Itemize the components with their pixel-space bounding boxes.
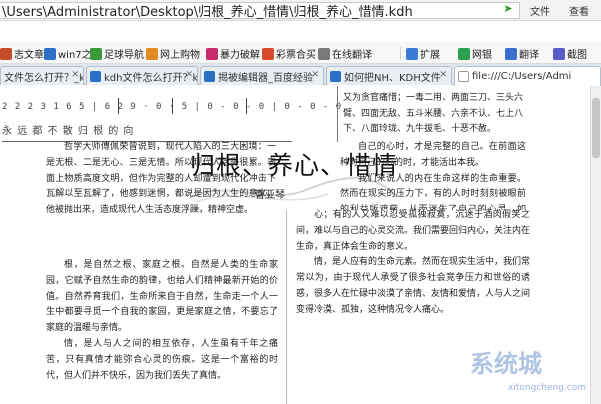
screenshot-button[interactable]: 截图 [553,46,587,61]
page-icon [90,70,101,82]
tab-5-active[interactable]: file:///C:/Users/Admi [454,66,601,86]
favorite-item-shopping[interactable]: 网上购物 [146,46,200,61]
left-column-bottom: 根，是自然之根、家庭之根。自然是人类的生命家园，它赋予自然生命的韵律，也给人们精… [46,258,278,404]
favorite-item-translate[interactable]: 在线翻译 [318,46,372,61]
watermark-url: xitongcheng.com [508,383,586,393]
tab-label: file:///C:/Users/Admi [472,71,572,82]
bar-line [118,98,119,114]
favorites-bar: 志文章 win7之 足球导航 网上购物 暴力破解 彩票合买 在线翻译 扩展 网银… [0,42,601,64]
translate-icon [505,47,517,60]
bank-button[interactable]: 网银 [458,46,492,61]
favorite-item-win7[interactable]: win7之 [44,46,92,61]
scrollbar-thumb[interactable] [592,98,600,158]
paragraph: 情，是人应有的生命元素。然而在现实生活中，我们常常以为，由于现代人承受了很多社会… [296,257,530,315]
scissors-icon [553,47,565,60]
tab-label: 如何把NH、KDH文件 [344,72,441,84]
puzzle-icon [406,47,418,60]
close-icon[interactable]: ✕ [71,70,79,80]
close-icon[interactable]: ✕ [311,70,319,80]
menu-file[interactable]: 文件 [530,3,550,18]
tab-label: kdh文件怎么打开？kd [104,72,198,84]
paragraph: 心；有的人又难以忍受孤独寂寞，沉迷于酒肉假笑之间，难以与自己的心灵交流。我们需要… [296,210,530,252]
favorite-icon [146,47,158,60]
right-top-paragraph: 又为贪官痛惜；一毒二用、两面三刀、三头六臂、四面无敌、五斗米腰、六亲不认、七上八… [343,93,524,134]
favorite-icon [90,47,102,60]
favorite-item-crack[interactable]: 暴力破解 [206,46,260,61]
document-viewport[interactable]: 2 2 2 3 1 6 5 | 6 2 9 · 0 · 5 | 0 - 0 - … [0,86,590,404]
extensions-button[interactable]: 扩展 [406,46,440,61]
bar-line [246,98,247,114]
favorite-item-articles[interactable]: 志文章 [0,46,44,61]
paragraph: 我们来说人的内在生命这样的生命重要。然而在现实的压力下，有的人时时刻刻被眼前的利… [340,173,526,210]
divider [400,47,401,59]
translate-button[interactable]: 翻译 [505,46,539,61]
tab-3[interactable]: 揭被编辑器_百度经验 ✕ [200,66,324,85]
favorite-item-football[interactable]: 足球导航 [90,46,144,61]
column-rule [337,86,338,142]
bank-icon [458,47,470,60]
address-input[interactable]: \Users\Administrator\Desktop\归根_养心_惜情\归根… [0,2,520,20]
favorite-icon [44,47,56,60]
address-bar-row: \Users\Administrator\Desktop\归根_养心_惜情\归根… [0,0,601,21]
close-icon[interactable]: ✕ [439,70,447,80]
bar-line [172,98,173,114]
tab-bar: 文件怎么打开？_k ✕ kdh文件怎么打开？kd ✕ 揭被编辑器_百度经验 ✕ 如何把… [0,64,601,86]
paragraph: 哲学大师傅佩荣曾说到，现代人陷入的三大困境：一是无根、二是无心、三是无情。所以现… [46,142,276,216]
favorite-icon [206,47,218,60]
address-text: \Users\Administrator\Desktop\归根_养心_惜情\归根… [2,5,413,20]
page-icon [458,71,469,82]
tab-1[interactable]: 文件怎么打开？_k ✕ [0,66,84,85]
right-column-top: 自己的心时，才是完整的自己。在前面这种对自己的心的时，才能活出本我。 我们来说人… [340,140,526,210]
left-column-top: 哲学大师傅佩荣曾说到，现代人陷入的三大困境：一是无根、二是无心、三是无情。所以现… [46,140,276,264]
favorite-icon [318,47,330,60]
watermark-logo: 系统城 [470,350,542,378]
favorite-icon [262,47,274,60]
music-lyric: 永 远 都 不 散 归 根 的 向 [2,126,135,137]
tab-2[interactable]: kdh文件怎么打开？kd ✕ [86,66,198,85]
tab-4[interactable]: 如何把NH、KDH文件 ✕ [326,66,452,85]
page-icon [330,70,341,82]
page-icon [204,70,215,82]
vertical-scrollbar[interactable] [590,86,601,404]
go-icon[interactable]: ➤ [498,2,518,15]
column-divider [286,210,287,404]
paragraph: 自己的心时，才是完整的自己。在前面这种对自己的心的时，才能活出本我。 [340,142,526,168]
menu-view[interactable]: 查看 [569,3,589,18]
favorite-item-lottery[interactable]: 彩票合买 [262,46,316,61]
close-icon[interactable]: ✕ [185,70,193,80]
paragraph: 情，是人与人之间的相互依存，人生虽有千年之痛苦，只有真情才能弥合心灵的伤痕。这是… [46,338,278,381]
tab-label: 揭被编辑器_百度经验 [218,72,313,84]
favorite-icon [0,47,12,60]
paragraph: 根，是自然之根、家庭之根。自然是人类的生命家园，它赋予自然生命的韵律，也给人们精… [46,260,278,334]
